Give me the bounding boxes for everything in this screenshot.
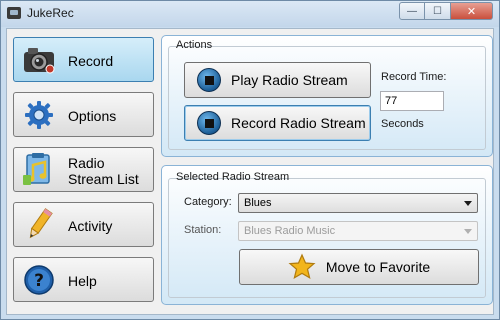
record-time-label: Record Time: [381, 71, 447, 83]
category-label: Category: [184, 196, 232, 208]
app-icon [7, 7, 21, 19]
nav-record-button[interactable]: Record [13, 37, 154, 82]
nav-options-label: Options [68, 107, 117, 124]
nav-help-button[interactable]: ? Help [13, 257, 154, 302]
app-window: JukeRec — ☐ ✕ Record Options Radio Strea… [0, 0, 500, 320]
nav-radio-stream-list-button[interactable]: Radio Stream List [13, 147, 154, 192]
stop-icon [197, 111, 221, 135]
nav-record-label: Record [68, 52, 114, 69]
nav-radio-stream-list-label: Radio Stream List [68, 154, 139, 187]
record-time-unit: Seconds [381, 118, 424, 130]
nav-options-button[interactable]: Options [13, 92, 154, 137]
record-radio-stream-button[interactable]: Record Radio Stream [184, 105, 371, 141]
record-time-input[interactable]: 77 [380, 91, 444, 111]
selected-stream-group-title: Selected Radio Stream [176, 171, 290, 183]
record-radio-stream-label: Record Radio Stream [231, 115, 366, 131]
question-icon: ? [22, 263, 56, 297]
station-label: Station: [184, 224, 222, 236]
title-bar[interactable]: JukeRec — ☐ ✕ [1, 1, 499, 27]
window-title: JukeRec [27, 6, 74, 20]
play-radio-stream-label: Play Radio Stream [231, 72, 348, 88]
category-value: Blues [244, 197, 272, 209]
pencil-icon [22, 208, 56, 242]
camera-icon [22, 43, 56, 77]
station-value: Blues Radio Music [244, 225, 336, 237]
client-area: Record Options Radio Stream List Activit… [6, 28, 494, 315]
svg-text:?: ? [34, 271, 44, 291]
star-icon [288, 253, 316, 280]
move-to-favorite-label: Move to Favorite [325, 259, 431, 275]
chevron-down-icon [464, 201, 472, 206]
caption-buttons: — ☐ ✕ [399, 2, 493, 20]
actions-group-title: Actions [176, 39, 213, 51]
music-list-icon [22, 153, 56, 187]
category-select[interactable]: Blues [238, 193, 478, 213]
chevron-down-icon [464, 229, 472, 234]
station-select[interactable]: Blues Radio Music [238, 221, 478, 241]
actions-panel: Actions Play Radio Stream Record Radio S… [161, 35, 493, 157]
nav-help-label: Help [68, 272, 97, 289]
stop-icon [197, 68, 221, 92]
close-button[interactable]: ✕ [451, 2, 493, 20]
play-radio-stream-button[interactable]: Play Radio Stream [184, 62, 371, 98]
move-to-favorite-button[interactable]: Move to Favorite [239, 249, 479, 285]
nav-activity-label: Activity [68, 217, 113, 234]
selected-stream-panel: Selected Radio Stream Category: Blues St… [161, 165, 493, 305]
gear-icon [22, 98, 56, 132]
nav-activity-button[interactable]: Activity [13, 202, 154, 247]
maximize-button[interactable]: ☐ [425, 2, 451, 20]
minimize-button[interactable]: — [399, 2, 425, 20]
